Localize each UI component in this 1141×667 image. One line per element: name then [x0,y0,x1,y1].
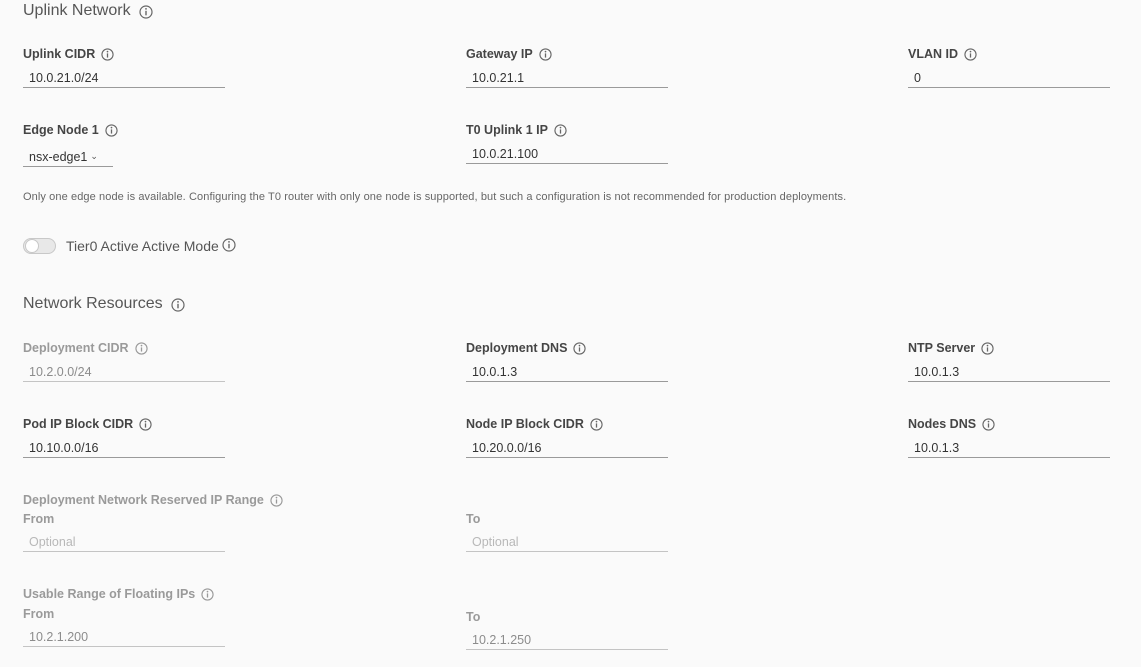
deployment-cidr-label-text: Deployment CIDR [23,341,129,355]
tier0-active-active-label: Tier0 Active Active Mode [66,238,219,254]
ntp-server-label-text: NTP Server [908,341,976,355]
gateway-ip-input[interactable] [466,68,668,88]
nodes-dns-input[interactable] [908,438,1110,458]
info-icon[interactable] [105,123,118,137]
network-resources-heading: Network Resources [23,295,185,313]
node-ip-block-cidr-input[interactable] [466,438,668,458]
t0-uplink-1-ip-label-text: T0 Uplink 1 IP [466,123,548,137]
vlan-id-label-text: VLAN ID [908,47,958,61]
reserved-range-from-input [23,532,225,552]
pod-ip-block-cidr-input[interactable] [23,438,225,458]
info-icon[interactable] [139,417,152,431]
info-icon[interactable] [573,341,587,355]
edge-node-1-label-text: Edge Node 1 [23,123,99,137]
nodes-dns-label-text: Nodes DNS [908,417,977,431]
info-icon[interactable] [270,493,283,507]
info-icon[interactable] [171,297,185,312]
floating-range-from-label: From [23,607,55,621]
ntp-server-input[interactable] [908,362,1110,382]
floating-range-to-label: To [466,610,481,624]
deployment-cidr-input [23,362,225,382]
edge-node-1-select[interactable]: nsx-edge1 ⌄ [23,147,113,167]
uplink-cidr-input[interactable] [23,68,225,88]
info-icon[interactable] [138,4,153,19]
node-ip-block-cidr-label-text: Node IP Block CIDR [466,417,584,431]
network-resources-title: Network Resources [23,295,163,312]
info-icon[interactable] [982,417,995,431]
uplink-network-title: Uplink Network [23,2,131,19]
ntp-server-label: NTP Server [908,341,994,355]
info-icon[interactable] [539,47,552,61]
single-edge-node-warning: Only one edge node is available. Configu… [23,191,847,203]
floating-ip-range-label: Usable Range of Floating IPs [23,587,214,601]
deployment-dns-input[interactable] [466,362,668,382]
nodes-dns-label: Nodes DNS [908,417,995,431]
reserved-range-from-label: From [23,512,55,526]
info-icon[interactable] [964,47,977,61]
t0-uplink-1-ip-input[interactable] [466,144,668,164]
info-icon[interactable] [101,47,114,61]
t0-uplink-1-ip-label: T0 Uplink 1 IP [466,123,567,137]
info-icon[interactable] [554,123,567,137]
floating-range-to-input [466,630,668,650]
pod-ip-block-cidr-label: Pod IP Block CIDR [23,417,152,431]
tier0-active-active-row: Tier0 Active Active Mode [23,238,236,254]
info-icon[interactable] [201,587,214,601]
info-icon[interactable] [222,238,236,252]
gateway-ip-label: Gateway IP [466,47,552,61]
reserved-ip-range-label: Deployment Network Reserved IP Range [23,493,283,507]
reserved-range-to-input [466,532,668,552]
pod-ip-block-cidr-label-text: Pod IP Block CIDR [23,417,134,431]
deployment-dns-label-text: Deployment DNS [466,341,568,355]
uplink-cidr-label: Uplink CIDR [23,47,114,61]
gateway-ip-label-text: Gateway IP [466,47,533,61]
chevron-down-icon: ⌄ [90,151,98,161]
vlan-id-input[interactable] [908,68,1110,88]
node-ip-block-cidr-label: Node IP Block CIDR [466,417,603,431]
uplink-network-heading: Uplink Network [23,2,153,20]
floating-range-from-input [23,627,225,647]
deployment-cidr-label: Deployment CIDR [23,341,148,355]
floating-ip-range-label-text: Usable Range of Floating IPs [23,587,196,601]
info-icon[interactable] [590,417,603,431]
tier0-active-active-toggle[interactable] [23,238,56,254]
toggle-knob [25,239,39,253]
info-icon[interactable] [134,341,148,355]
info-icon[interactable] [981,341,994,355]
edge-node-1-selected-value: nsx-edge1 [29,149,88,164]
edge-node-1-label: Edge Node 1 [23,123,118,137]
deployment-dns-label: Deployment DNS [466,341,587,355]
reserved-ip-range-label-text: Deployment Network Reserved IP Range [23,493,264,507]
reserved-range-to-label: To [466,512,481,526]
vlan-id-label: VLAN ID [908,47,977,61]
uplink-cidr-label-text: Uplink CIDR [23,47,96,61]
